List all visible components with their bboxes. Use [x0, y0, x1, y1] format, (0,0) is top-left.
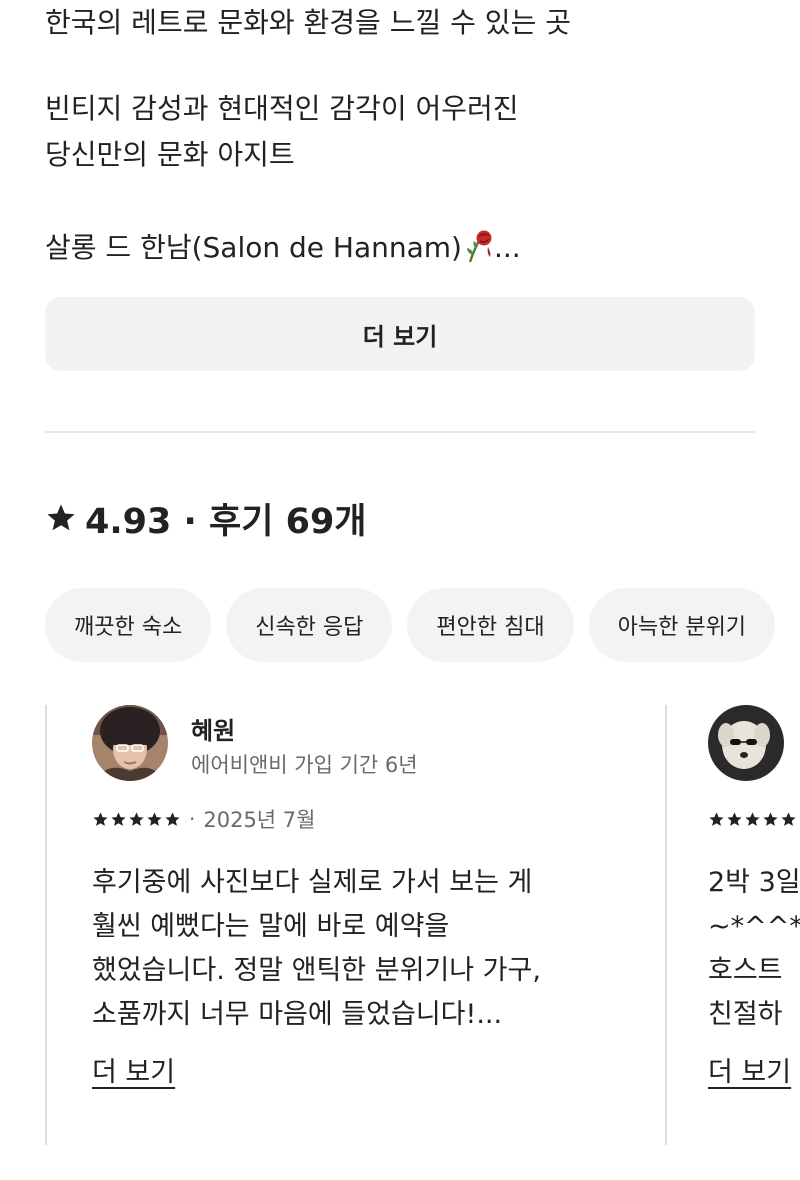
review-date: 2025년 7월 [203, 808, 316, 832]
meta-separator: · [189, 807, 196, 831]
description-line-4: 살롱 드 한남(Salon de Hannam) ... [45, 225, 521, 271]
star-icon [709, 811, 724, 826]
avatar[interactable] [92, 705, 168, 781]
star-icon [763, 811, 778, 826]
star-icon [165, 811, 180, 826]
star-icon [111, 811, 126, 826]
star-icon [745, 811, 760, 826]
review-meta [708, 805, 797, 833]
review-line: 호스트 [708, 955, 783, 986]
wilted-rose-icon [466, 230, 492, 263]
description-line-2: 빈티지 감성과 현대적인 감각이 어우러진 [45, 92, 519, 125]
star-icon [129, 811, 144, 826]
rating-text: 4.93 · 후기 69개 [85, 501, 367, 542]
reviewer-name[interactable]: 혜원 [191, 711, 235, 746]
review-show-more-link[interactable]: 더 보기 [708, 1050, 791, 1089]
star-icon [727, 811, 742, 826]
description-line-3: 당신만의 문화 아지트 [45, 138, 295, 171]
review-stars [92, 811, 181, 828]
member-since: 에어비앤비 가입 기간 6년 [191, 753, 418, 777]
tag-clean[interactable]: 깨끗한 숙소 [45, 588, 212, 662]
avatar-image [708, 705, 784, 781]
tag-cozy[interactable]: 아늑한 분위기 [588, 588, 776, 662]
show-more-button[interactable]: 더 보기 [45, 297, 755, 371]
tag-responsive[interactable]: 신속한 응답 [226, 588, 393, 662]
star-icon [93, 811, 108, 826]
star-icon [47, 504, 75, 531]
review-line: 훨씬 예뻤다는 말에 바로 예약을 [92, 911, 450, 942]
review-line: 2박 3일 [708, 867, 800, 898]
review-meta: · 2025년 7월 [92, 805, 315, 833]
star-icon [781, 811, 796, 826]
review-line: 했었습니다. 정말 앤틱한 분위기나 가구, [92, 955, 541, 986]
description-line-1: 한국의 레트로 문화와 환경을 느낄 수 있는 곳 [45, 6, 571, 39]
description-ellipsis: ... [493, 231, 521, 264]
description-line-4-text: 살롱 드 한남(Salon de Hannam) [45, 231, 462, 264]
review-line: 소품까지 너무 마음에 들었습니다!... [92, 999, 503, 1030]
review-line: 후기중에 사진보다 실제로 가서 보는 게 [92, 867, 533, 898]
review-card: 2박 3일 ~*^^* 호스트 친절하 더 보기 [663, 705, 800, 1145]
review-line: 친절하 [708, 999, 783, 1030]
review-text: 후기중에 사진보다 실제로 가서 보는 게 훨씬 예뻤다는 말에 바로 예약을 … [92, 861, 541, 1037]
star-icon [147, 811, 162, 826]
review-stars [708, 811, 797, 828]
review-text: 2박 3일 ~*^^* 호스트 친절하 [708, 861, 800, 1037]
rating-summary: 4.93 · 후기 69개 [45, 493, 367, 543]
review-show-more-link[interactable]: 더 보기 [92, 1050, 175, 1089]
review-card: 혜원 에어비앤비 가입 기간 6년 · 2025년 7월 후기중에 사진보다 실… [45, 705, 667, 1145]
tag-comfortable-bed[interactable]: 편안한 침대 [407, 588, 574, 662]
avatar[interactable] [708, 705, 784, 781]
review-line: ~*^^* [708, 911, 800, 942]
listing-page: 한국의 레트로 문화와 환경을 느낄 수 있는 곳 빈티지 감성과 현대적인 감… [0, 0, 800, 1180]
section-divider [45, 431, 755, 433]
review-tags: 깨끗한 숙소 신속한 응답 편안한 침대 아늑한 분위기 [45, 588, 776, 662]
avatar-image [92, 705, 168, 781]
